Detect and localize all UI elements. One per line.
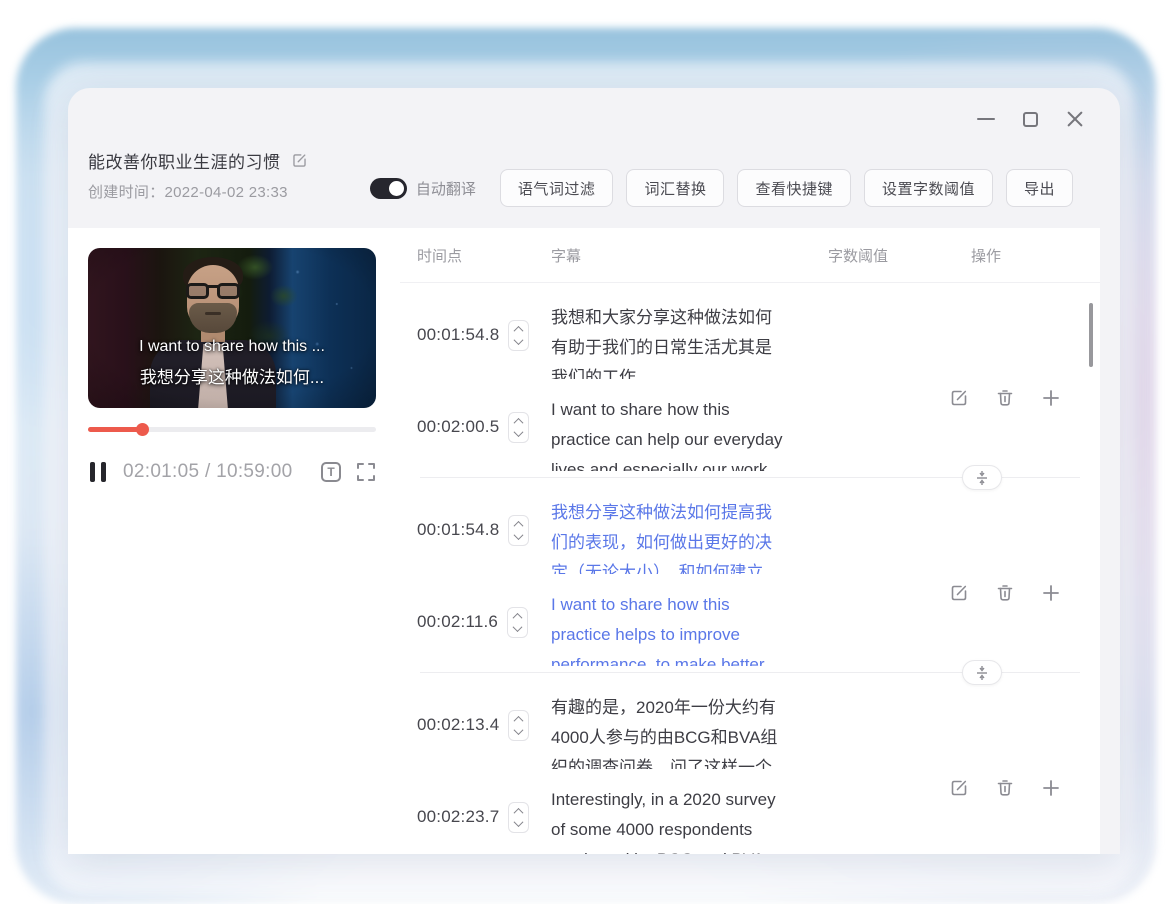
time-step-up-icon[interactable] [514, 326, 524, 336]
timestamp: 00:01:54.8 [417, 520, 499, 540]
subtitle-text-en[interactable]: Interestingly, in a 2020 surveyof some 4… [551, 785, 828, 854]
time-stepper[interactable] [508, 710, 529, 741]
delete-icon[interactable] [995, 388, 1015, 408]
table-header: 时间点 字幕 字数阈值 操作 [400, 228, 1100, 283]
pair-divider [420, 672, 1080, 673]
fullscreen-icon[interactable] [356, 462, 376, 482]
time-step-up-icon[interactable] [514, 521, 524, 531]
column-time: 时间点 [400, 245, 551, 266]
minimize-icon[interactable] [977, 118, 995, 120]
subtitle-table: 时间点 字幕 字数阈值 操作 00:01:54.8 我想和大家分 [400, 228, 1100, 854]
video-subtitle-en: I want to share how this ... [88, 338, 376, 356]
window-controls [977, 110, 1084, 128]
set-threshold-button[interactable]: 设置字数阈值 [864, 169, 993, 207]
add-icon[interactable] [1041, 778, 1061, 798]
time-step-down-icon[interactable] [514, 335, 524, 345]
subtitle-pair-group: 00:01:54.8 我想和大家分享这种做法如何有助于我们的日常生活尤其是我们的… [400, 303, 1100, 471]
time-stepper[interactable] [507, 607, 528, 638]
view-shortcuts-button[interactable]: 查看快捷键 [737, 169, 851, 207]
timestamp: 00:02:11.6 [417, 612, 498, 632]
delete-icon[interactable] [995, 778, 1015, 798]
maximize-icon[interactable] [1023, 112, 1038, 127]
close-icon[interactable] [1066, 110, 1084, 128]
export-button[interactable]: 导出 [1006, 169, 1073, 207]
row-actions [949, 388, 1061, 408]
column-subtitle: 字幕 [551, 245, 828, 266]
filler-word-filter-button[interactable]: 语气词过滤 [500, 169, 614, 207]
word-replace-button[interactable]: 词汇替换 [626, 169, 724, 207]
delete-icon[interactable] [995, 583, 1015, 603]
toolbar: 自动翻译 语气词过滤 词汇替换 查看快捷键 设置字数阈值 导出 [370, 169, 1073, 207]
video-subtitle-zh: 我想分享这种做法如何... [88, 363, 376, 388]
auto-translate-label: 自动翻译 [416, 178, 476, 199]
table-row: 00:02:13.4 有趣的是，2020年一份大约有4000人参与的由BCG和B… [400, 693, 1100, 769]
time-step-up-icon[interactable] [514, 716, 524, 726]
subtitle-toggle-icon[interactable]: T [321, 462, 341, 482]
time-step-up-icon[interactable] [514, 808, 524, 818]
toggle-knob [389, 181, 404, 196]
subtitle-text-zh[interactable]: 我想分享这种做法如何提高我们的表现，如何做出更好的决定（无论大小），和如何建立 [551, 498, 828, 574]
content: I want to share how this ... 我想分享这种做法如何.… [68, 228, 1100, 854]
time-step-down-icon[interactable] [514, 530, 524, 540]
time-display: 02:01:05 / 10:59:00 [123, 461, 292, 483]
subtitle-text-zh[interactable]: 有趣的是，2020年一份大约有4000人参与的由BCG和BVA组织的调查问卷，问… [551, 693, 828, 769]
add-icon[interactable] [1041, 583, 1061, 603]
time-step-down-icon[interactable] [514, 725, 524, 735]
merge-button[interactable] [962, 660, 1002, 685]
timestamp: 00:01:54.8 [417, 325, 499, 345]
auto-translate-toggle[interactable] [370, 178, 407, 199]
merge-button[interactable] [962, 465, 1002, 490]
subtitle-text-en[interactable]: I want to share how thispractice helps t… [551, 590, 828, 666]
subtitle-text-en[interactable]: I want to share how thispractice can hel… [551, 395, 828, 471]
progress-fill [88, 427, 143, 432]
header: 能改善你职业生涯的习惯 创建时间：2022-04-02 23:33 自动翻译 语… [68, 88, 1120, 228]
progress-handle[interactable] [136, 423, 149, 436]
timestamp: 00:02:00.5 [417, 417, 499, 437]
subtitle-text-zh[interactable]: 我想和大家分享这种做法如何有助于我们的日常生活尤其是我们的工作 [551, 303, 828, 379]
progress-bar[interactable] [88, 427, 376, 432]
player-controls: 02:01:05 / 10:59:00 T [88, 457, 376, 487]
row-actions [949, 778, 1061, 798]
time-stepper[interactable] [508, 802, 529, 833]
time-step-down-icon[interactable] [514, 817, 524, 827]
table-scrollbar[interactable] [1089, 303, 1093, 367]
time-step-up-icon[interactable] [514, 418, 524, 428]
row-actions [949, 583, 1061, 603]
time-stepper[interactable] [508, 515, 529, 546]
add-icon[interactable] [1041, 388, 1061, 408]
subtitle-pair-group: 00:01:54.8 我想分享这种做法如何提高我们的表现，如何做出更好的决定（无… [400, 498, 1100, 666]
timestamp: 00:02:13.4 [417, 715, 499, 735]
subtitle-pair-group: 00:02:13.4 有趣的是，2020年一份大约有4000人参与的由BCG和B… [400, 693, 1100, 854]
merge-icon [975, 470, 989, 486]
edit-title-icon[interactable] [291, 152, 308, 169]
pair-divider [420, 477, 1080, 478]
pause-icon[interactable] [88, 460, 108, 484]
video-panel: I want to share how this ... 我想分享这种做法如何.… [68, 228, 400, 854]
column-threshold: 字数阈值 [828, 245, 971, 266]
created-time: 创建时间：2022-04-02 23:33 [88, 181, 288, 202]
table-row: 00:01:54.8 我想分享这种做法如何提高我们的表现，如何做出更好的决定（无… [400, 498, 1100, 574]
time-step-down-icon[interactable] [513, 622, 523, 632]
merge-icon [975, 665, 989, 681]
app-window: 能改善你职业生涯的习惯 创建时间：2022-04-02 23:33 自动翻译 语… [68, 88, 1120, 854]
edit-icon[interactable] [949, 583, 969, 603]
edit-icon[interactable] [949, 388, 969, 408]
time-stepper[interactable] [508, 320, 529, 351]
timestamp: 00:02:23.7 [417, 807, 499, 827]
page-title: 能改善你职业生涯的习惯 [88, 148, 281, 173]
table-row: 00:01:54.8 我想和大家分享这种做法如何有助于我们的日常生活尤其是我们的… [400, 303, 1100, 379]
time-step-down-icon[interactable] [514, 427, 524, 437]
video-preview[interactable]: I want to share how this ... 我想分享这种做法如何.… [88, 248, 376, 408]
edit-icon[interactable] [949, 778, 969, 798]
time-stepper[interactable] [508, 412, 529, 443]
column-actions: 操作 [971, 245, 1100, 266]
